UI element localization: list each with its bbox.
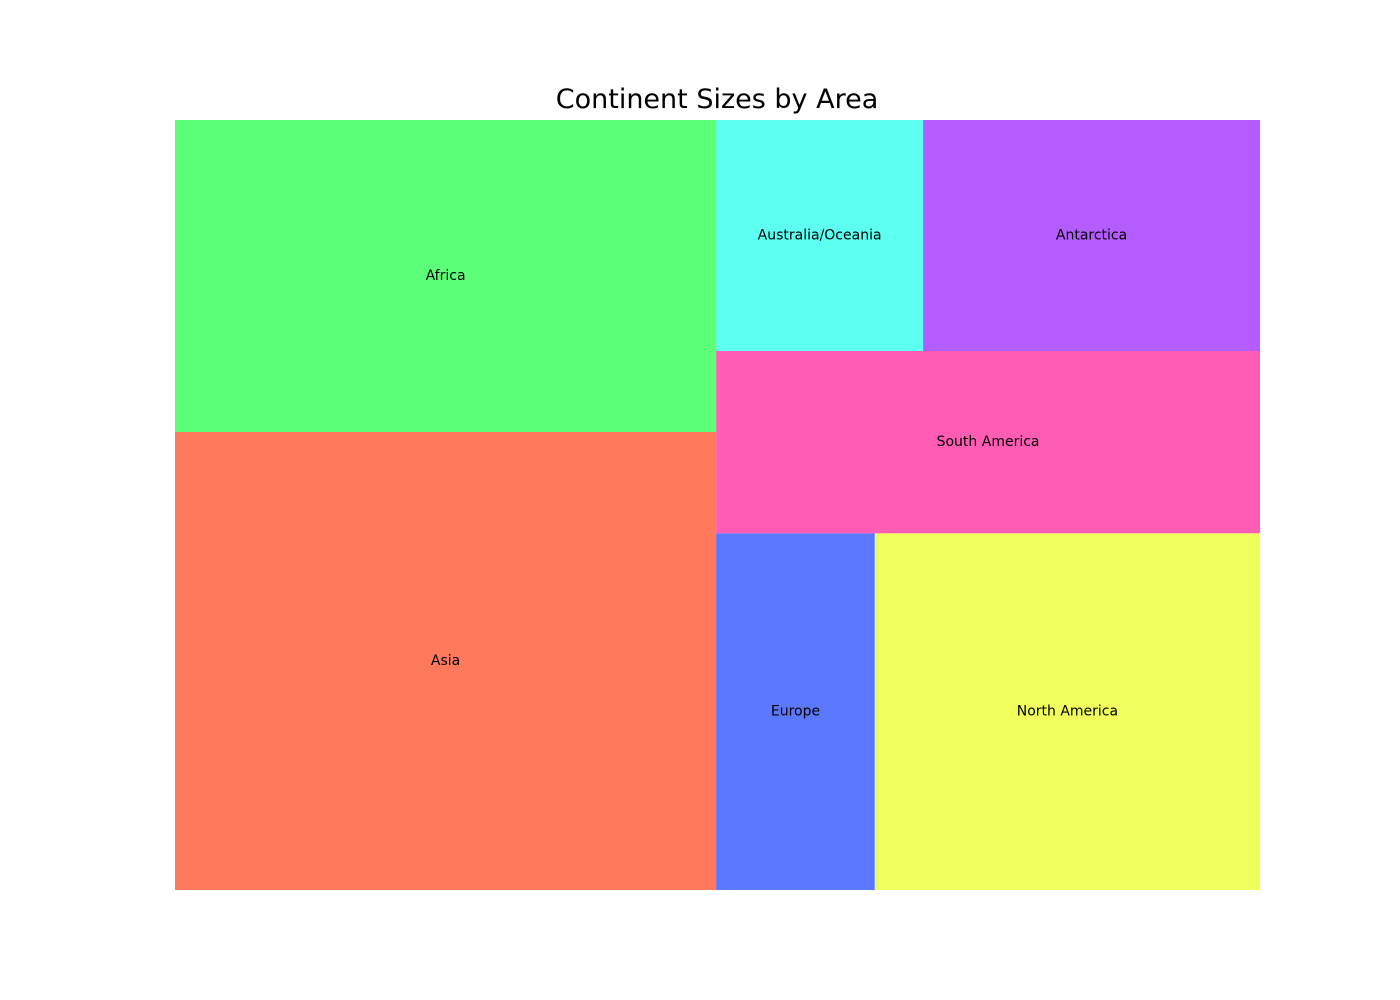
- treemap-label-south-america: South America: [937, 434, 1040, 450]
- treemap-label-asia: Asia: [431, 653, 460, 669]
- treemap-chart: Africa Asia Australia/Oceania Antarctica Sou…: [175, 120, 1260, 890]
- treemap-label-north-america: North America: [1017, 704, 1118, 720]
- treemap-label-antarctica: Antarctica: [1056, 228, 1127, 244]
- treemap-label-europe: Europe: [771, 704, 820, 720]
- treemap-label-australia-oceania: Australia/Oceania: [758, 228, 882, 244]
- treemap-label-africa: Africa: [426, 268, 466, 284]
